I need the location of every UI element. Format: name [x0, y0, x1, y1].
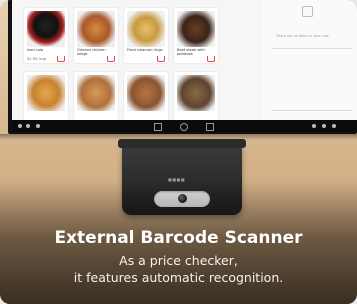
- back-icon[interactable]: [154, 123, 162, 131]
- recents-icon[interactable]: [206, 123, 214, 131]
- status-icon: [322, 124, 326, 128]
- menu-tile[interactable]: Fried calamari rings: [124, 8, 168, 63]
- home-icon[interactable]: [180, 123, 188, 131]
- feature-description: As a price checker, it features automati…: [0, 252, 357, 286]
- tile-price: $1.99 /cup: [27, 57, 47, 61]
- scanner-mount: [118, 139, 246, 148]
- food-image: [27, 11, 65, 47]
- menu-tile[interactable]: [124, 72, 168, 120]
- food-image: [27, 75, 65, 111]
- bell-icon[interactable]: [302, 6, 313, 17]
- menu-tile[interactable]: Iced cola $1.99 /cup: [24, 8, 68, 63]
- cart-icon[interactable]: [57, 56, 65, 62]
- menu-tile[interactable]: [174, 72, 218, 120]
- food-image: [177, 11, 215, 47]
- cart-icon[interactable]: [157, 56, 165, 62]
- description-line: it features automatic recognition.: [73, 270, 284, 285]
- food-image: [77, 75, 115, 111]
- status-icon: [312, 124, 316, 128]
- tile-name: Fried calamari rings: [127, 48, 163, 52]
- power-icon[interactable]: [18, 124, 22, 128]
- android-taskbar: [12, 120, 357, 132]
- cart-empty-message: There are no items in your cart: [276, 34, 329, 38]
- status-icon: [332, 124, 336, 128]
- cart-icon[interactable]: [207, 56, 215, 62]
- menu-tile[interactable]: Orleans chicken wings: [74, 8, 118, 63]
- cart-icon[interactable]: [107, 56, 115, 62]
- menu-tile[interactable]: [24, 72, 68, 120]
- divider: [272, 110, 352, 111]
- feature-card: Iced cola $1.99 /cup Orleans chicken win…: [0, 0, 357, 304]
- food-image: [177, 75, 215, 111]
- cart-panel: There are no items in your cart: [262, 0, 357, 120]
- description-line: As a price checker,: [119, 253, 238, 268]
- tile-name: Iced cola: [27, 48, 44, 52]
- food-image: [127, 11, 165, 47]
- food-image: [77, 11, 115, 47]
- monitor: Iced cola $1.99 /cup Orleans chicken win…: [8, 0, 357, 134]
- volume-icon[interactable]: [36, 124, 40, 128]
- divider: [272, 48, 352, 49]
- pos-screen: Iced cola $1.99 /cup Orleans chicken win…: [12, 0, 357, 120]
- settings-icon[interactable]: [26, 124, 30, 128]
- food-image: [127, 75, 165, 111]
- feature-title: External Barcode Scanner: [54, 228, 303, 248]
- menu-tile[interactable]: Beef steak with potatoes: [174, 8, 218, 63]
- menu-tile[interactable]: [74, 72, 118, 120]
